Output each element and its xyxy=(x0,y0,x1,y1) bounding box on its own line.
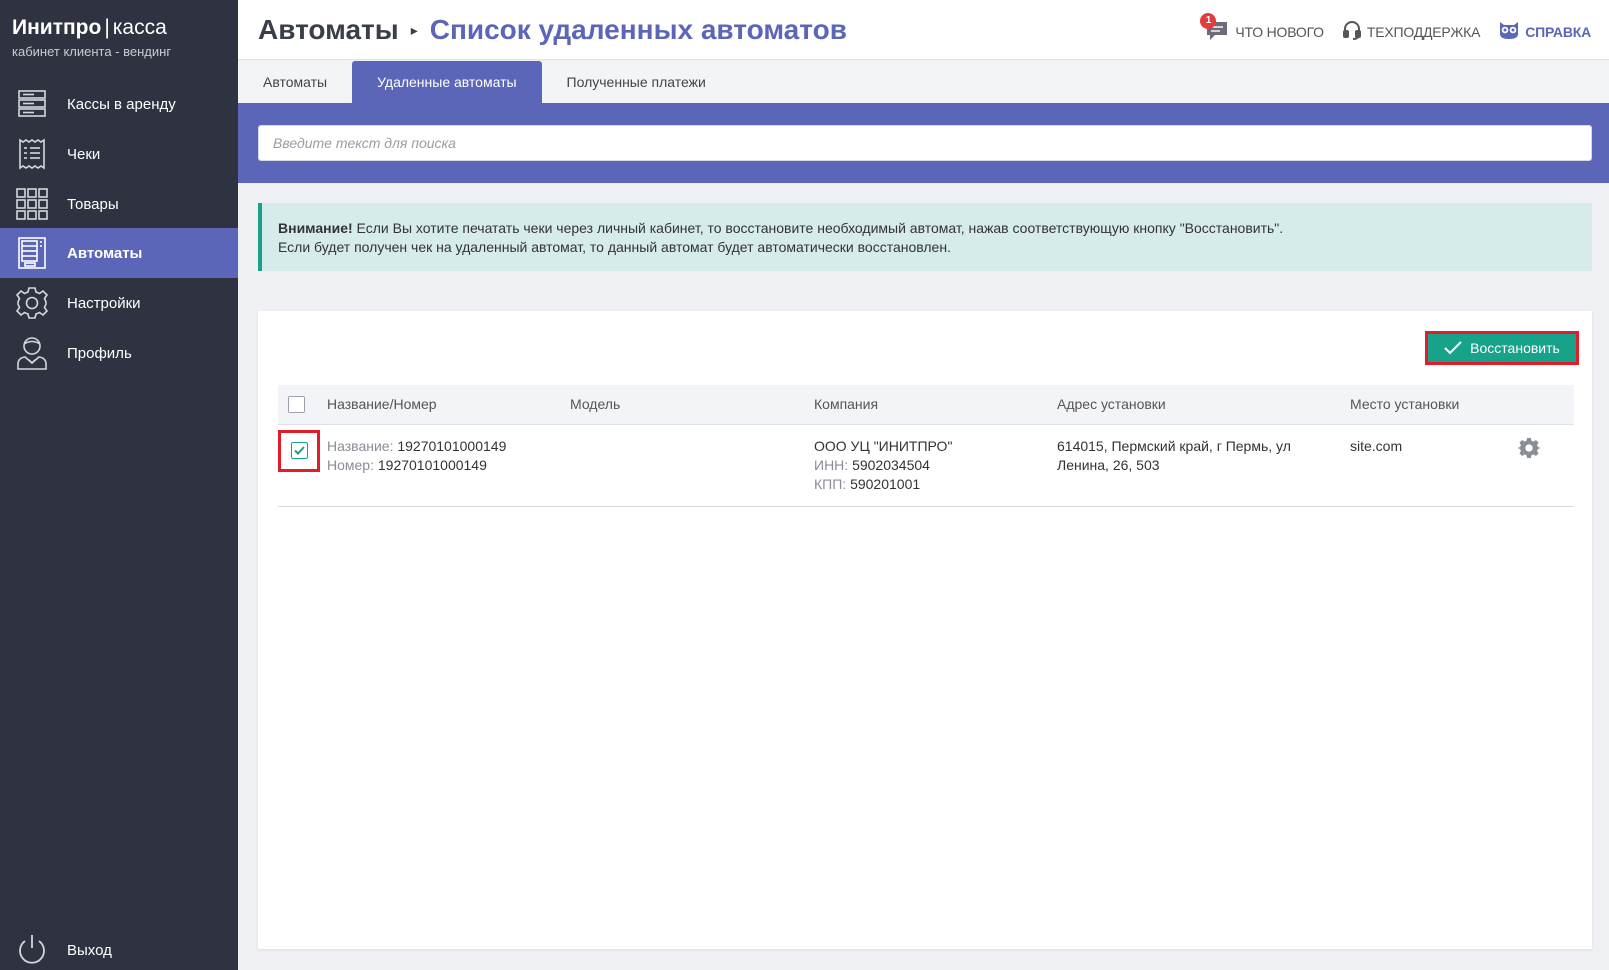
name-line: Название: 19270101000149 xyxy=(327,437,506,456)
sidebar-item-label: Товары xyxy=(67,195,119,213)
sidebar-item-label: Профиль xyxy=(67,344,132,362)
cell-name-number: Название: 19270101000149 Номер: 19270101… xyxy=(327,437,506,475)
address-line-2: Ленина, 26, 503 xyxy=(1057,457,1160,473)
page-header: Автоматы ▸ Список удаленных автоматов 1 … xyxy=(238,0,1609,60)
cell-address: 614015, Пермский край, г Пермь, ул Ленин… xyxy=(1057,437,1291,475)
sidebar-item-label: Чеки xyxy=(67,145,101,163)
breadcrumb: Автоматы ▸ Список удаленных автоматов xyxy=(258,14,847,46)
number-line: Номер: 19270101000149 xyxy=(327,456,506,475)
logout-label: Выход xyxy=(67,941,112,959)
sidebar-item-receipts[interactable]: Чеки xyxy=(0,129,238,179)
column-header-name[interactable]: Название/Номер xyxy=(327,396,437,412)
inn-label: ИНН: xyxy=(814,457,849,473)
alert-text-2: Если будет получен чек на удаленный авто… xyxy=(278,239,951,255)
grid-icon xyxy=(14,186,50,222)
breadcrumb-root[interactable]: Автоматы xyxy=(258,14,399,46)
notification-badge: 1 xyxy=(1200,12,1217,29)
restore-button-label: Восстановить xyxy=(1470,340,1560,356)
sidebar-item-machines[interactable]: Автоматы xyxy=(0,228,238,278)
brand-separator: | xyxy=(104,16,110,39)
server-icon xyxy=(14,86,50,122)
name-label: Название: xyxy=(327,438,394,454)
row-settings-gear-icon[interactable] xyxy=(1518,437,1540,462)
info-alert: Внимание! Если Вы хотите печатать чеки ч… xyxy=(258,203,1592,271)
table-header: Название/Номер Модель Компания Адрес уст… xyxy=(278,385,1574,425)
cell-place: site.com xyxy=(1350,438,1403,454)
alert-line-1: Внимание! Если Вы хотите печатать чеки ч… xyxy=(278,219,1576,238)
row-checkbox[interactable] xyxy=(291,442,308,459)
headset-icon xyxy=(1342,20,1362,43)
tab-received-payments[interactable]: Полученные платежи xyxy=(542,61,731,103)
column-header-company[interactable]: Компания xyxy=(814,396,878,412)
owl-icon xyxy=(1498,20,1520,43)
checkmark-icon xyxy=(294,446,305,455)
sidebar-item-label: Кассы в аренду xyxy=(67,95,176,113)
column-header-model[interactable]: Модель xyxy=(570,396,620,412)
brand-title: Инитпро | касса xyxy=(12,16,226,40)
alert-title: Внимание! xyxy=(278,220,353,236)
address-line-1: 614015, Пермский край, г Пермь, ул xyxy=(1057,438,1291,454)
kpp-value: 590201001 xyxy=(850,476,921,492)
vending-machine-icon xyxy=(14,235,50,271)
cell-company: ООО УЦ "ИНИТПРО" ИНН: 5902034504 КПП: 59… xyxy=(814,437,952,494)
brand-name: Инитпро xyxy=(12,16,102,39)
gear-icon xyxy=(14,285,50,321)
column-header-address[interactable]: Адрес установки xyxy=(1057,396,1166,412)
tab-bar: Автоматы Удаленные автоматы Полученные п… xyxy=(238,61,1609,103)
header-links: 1 ЧТО НОВОГО ТЕХПОДДЕРЖКА СПРАВКА xyxy=(1188,12,1591,43)
receipt-icon xyxy=(14,136,50,172)
sidebar-item-profile[interactable]: Профиль xyxy=(0,328,238,378)
sidebar: Инитпро | касса кабинет клиента - вендинг … xyxy=(0,0,238,970)
brand-subtitle: кабинет клиента - вендинг xyxy=(12,44,172,59)
kpp-label: КПП: xyxy=(814,476,847,492)
power-icon xyxy=(14,932,50,968)
page-title: Список удаленных автоматов xyxy=(429,14,847,45)
sidebar-item-settings[interactable]: Настройки xyxy=(0,278,238,328)
brand-product: касса xyxy=(112,16,167,39)
sidebar-item-rental[interactable]: Кассы в аренду xyxy=(0,79,238,129)
help-link[interactable]: СПРАВКА xyxy=(1498,20,1591,43)
checkmark-icon xyxy=(1444,341,1462,355)
table-row[interactable]: Название: 19270101000149 Номер: 19270101… xyxy=(278,425,1574,507)
inn-line: ИНН: 5902034504 xyxy=(814,456,952,475)
row-select-highlight xyxy=(278,430,320,472)
inn-value: 5902034504 xyxy=(852,457,930,473)
user-icon xyxy=(14,335,50,371)
support-link[interactable]: ТЕХПОДДЕРЖКА xyxy=(1342,20,1480,43)
sidebar-item-label: Автоматы xyxy=(67,244,143,262)
logout-button[interactable]: Выход xyxy=(0,925,238,970)
machines-card: Восстановить Название/Номер Модель Компа… xyxy=(258,311,1592,949)
company-name: ООО УЦ "ИНИТПРО" xyxy=(814,438,953,454)
kpp-line: КПП: 590201001 xyxy=(814,475,952,494)
brand[interactable]: Инитпро | касса кабинет клиента - вендинг xyxy=(0,0,238,84)
restore-button[interactable]: Восстановить xyxy=(1425,331,1579,365)
support-label: ТЕХПОДДЕРЖКА xyxy=(1366,23,1481,40)
column-header-place[interactable]: Место установки xyxy=(1350,396,1459,412)
search-panel xyxy=(238,103,1609,183)
tab-deleted-machines[interactable]: Удаленные автоматы xyxy=(352,61,542,103)
whats-new-label: ЧТО НОВОГО xyxy=(1235,23,1324,40)
number-value: 19270101000149 xyxy=(377,457,487,473)
whats-new-link[interactable]: 1 ЧТО НОВОГО xyxy=(1200,12,1324,43)
name-value: 19270101000149 xyxy=(397,438,507,454)
breadcrumb-arrow-icon: ▸ xyxy=(410,21,418,38)
sidebar-item-products[interactable]: Товары xyxy=(0,179,238,229)
alert-text-1: Если Вы хотите печатать чеки через личны… xyxy=(356,220,1284,236)
search-input[interactable] xyxy=(258,125,1592,161)
tab-machines[interactable]: Автоматы xyxy=(238,61,352,103)
sidebar-item-label: Настройки xyxy=(67,294,141,312)
help-label: СПРАВКА xyxy=(1525,23,1591,40)
chat-bubble-icon: 1 xyxy=(1200,12,1230,43)
select-all-checkbox[interactable] xyxy=(288,396,305,413)
number-label: Номер: xyxy=(327,457,374,473)
